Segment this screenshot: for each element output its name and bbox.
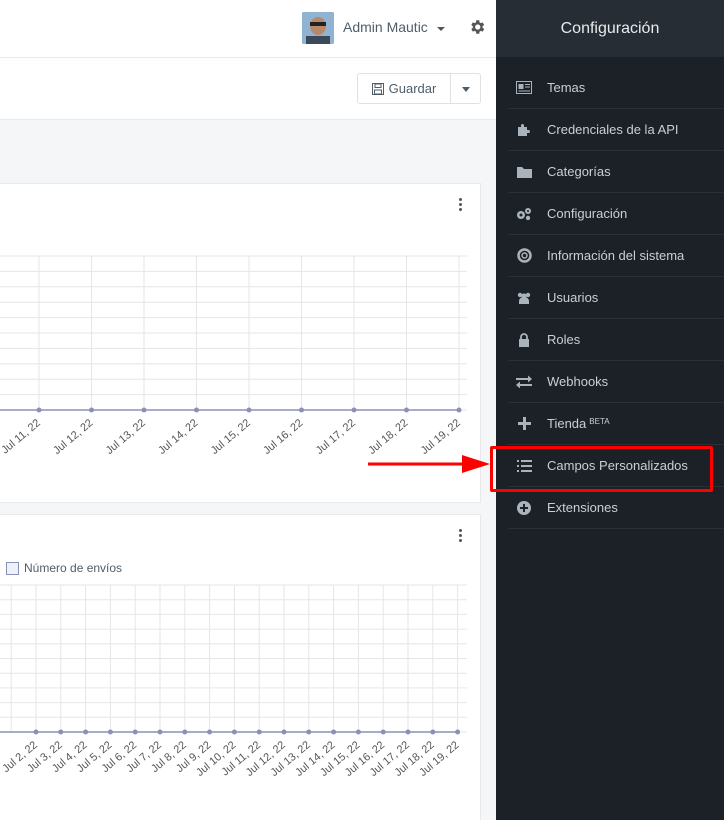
data-point [404, 407, 409, 413]
theme-icon [516, 80, 532, 96]
sidebar-item-roles[interactable]: Roles [508, 319, 724, 361]
x-tick-label: Jul 18, 22 [366, 417, 410, 457]
x-tick-label: Jul 15, 22 [209, 417, 253, 457]
gear-icon[interactable] [468, 18, 486, 36]
data-point [306, 729, 312, 735]
x-tick-label: Jul 11, 22 [0, 417, 43, 456]
chevron-down-icon[interactable] [437, 27, 445, 31]
data-point [281, 729, 287, 735]
data-point [456, 407, 462, 413]
sidebar-title: Configuración [496, 0, 724, 57]
toolbar: Guardar [0, 58, 496, 120]
data-point [355, 729, 361, 735]
sidebar-item-label: Tienda [547, 416, 587, 431]
line-chart-2: Jul 2, 22Jul 3, 22Jul 4, 22Jul 5, 22Jul … [0, 584, 467, 779]
sidebar-item-extensiones[interactable]: Extensiones [508, 487, 724, 529]
x-tick-label: Jul 12, 22 [51, 417, 95, 457]
sidebar-item-tienda[interactable]: Tienda BETA [508, 403, 724, 445]
data-point [157, 729, 163, 735]
data-point [256, 729, 262, 735]
x-tick-label: Jul 13, 22 [104, 417, 148, 457]
data-point [36, 407, 42, 413]
sidebar-item-categorías[interactable]: Categorías [508, 151, 724, 193]
folder-icon [516, 164, 532, 180]
sidebar-item-configuración[interactable]: Configuración [508, 193, 724, 235]
config-sidebar: Configuración Temas Credenciales de la AP… [496, 0, 724, 820]
data-point [246, 407, 252, 413]
data-point [380, 729, 386, 735]
floppy-disk-icon [371, 82, 384, 95]
sidebar-item-credenciales-de-la-api[interactable]: Credenciales de la API [508, 109, 724, 151]
sidebar-item-webhooks[interactable]: Webhooks [508, 361, 724, 403]
data-point [89, 407, 94, 413]
sidebar-item-label: Webhooks [547, 374, 609, 389]
puzzle-icon [516, 122, 532, 138]
data-point [58, 729, 64, 735]
plus-icon [516, 416, 532, 432]
data-point [107, 729, 113, 735]
data-point [194, 407, 199, 413]
data-point [33, 729, 39, 735]
sidebar-item-label: Información del sistema [547, 248, 685, 263]
plus-circle-icon [516, 500, 532, 516]
data-point [231, 729, 237, 735]
sidebar-item-label: Roles [547, 332, 581, 347]
exchange-icon [516, 374, 532, 390]
data-point [83, 729, 89, 735]
sidebar-item-label: Configuración [547, 206, 628, 221]
data-point [351, 407, 357, 413]
save-button[interactable]: Guardar [357, 73, 451, 104]
sidebar-item-label: Extensiones [547, 500, 618, 515]
user-name[interactable]: Admin Mautic [343, 19, 428, 35]
data-point [430, 729, 436, 735]
data-point [331, 729, 337, 735]
sidebar-item-información-del-sistema[interactable]: Información del sistema [508, 235, 724, 277]
data-point [141, 407, 147, 413]
data-point [182, 729, 188, 735]
avatar[interactable] [302, 12, 334, 44]
x-tick-label: Jul 16, 22 [261, 417, 305, 457]
chart-panel-2: Número de envíos Jul 2, 22 Jul 3, 22 Jul 4… [0, 514, 481, 820]
beta-badge: BETA [589, 417, 610, 426]
data-point [455, 729, 461, 735]
lock-icon [516, 332, 532, 348]
data-point [405, 729, 411, 735]
save-button-label: Guardar [388, 81, 437, 96]
lifebuoy-icon [516, 248, 532, 264]
sidebar-item-label: Categorías [547, 164, 611, 179]
sidebar-item-label: Temas [547, 80, 586, 95]
sidebar-item-usuarios[interactable]: Usuarios [508, 277, 724, 319]
data-point [299, 407, 304, 413]
cogs-icon [516, 206, 532, 222]
sidebar-item-label: Credenciales de la API [547, 122, 679, 137]
x-tick-label: Jul 19, 22 [419, 417, 463, 457]
highlight-box [490, 446, 713, 492]
data-point [132, 729, 138, 735]
save-dropdown-toggle[interactable] [450, 73, 481, 104]
x-tick-label: Jul 14, 22 [156, 417, 200, 457]
sidebar-item-temas[interactable]: Temas [508, 67, 724, 109]
data-point [207, 729, 213, 735]
top-header: Admin Mautic [0, 0, 496, 58]
arrow-annotation [368, 455, 490, 473]
users-icon [516, 290, 532, 306]
x-tick-label: Jul 17, 22 [314, 417, 358, 457]
sidebar-item-label: Usuarios [547, 290, 599, 305]
